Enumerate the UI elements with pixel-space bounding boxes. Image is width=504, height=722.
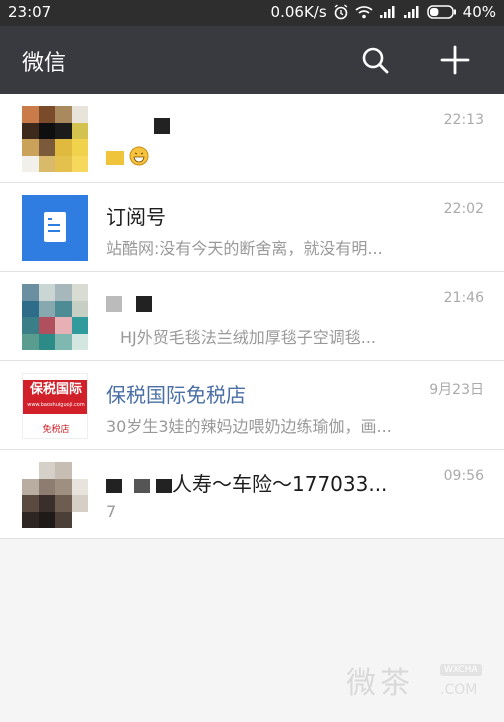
document-icon [44,212,66,242]
chat-time: 22:13 [443,112,484,128]
chat-item[interactable]: 保税国际 www.baoshuiguoji.com 免税店 保税国际免税店 30… [0,361,504,450]
chat-item[interactable]: HJ外贸毛毯法兰绒加厚毯子空调毯... 21:46 [0,272,504,361]
chat-time: 22:02 [443,201,484,217]
mosaic-avatar [22,462,88,528]
search-button[interactable] [358,43,392,77]
chat-name: 保税国际免税店 [106,383,246,407]
battery-icon [426,5,457,19]
mosaic-avatar [22,284,88,350]
chat-item[interactable]: 22:13 [0,94,504,183]
watermark: 微茶 WXCHA .COM [340,648,490,708]
search-icon [362,47,389,74]
subscription-avatar [22,195,88,261]
chat-item[interactable]: 人寿～车险～177033... 7 09:56 [0,450,504,539]
chat-name: 订阅号 [106,205,166,229]
add-button[interactable] [438,43,472,77]
chat-name: 人寿～车险～177033... [106,468,396,497]
watermark-badge: WXCHA [440,664,482,676]
chat-message: 30岁生3娃的辣妈边喂奶边练瑜伽，画... [106,417,392,436]
grin-emoji-icon [129,146,149,170]
watermark-text: 微茶 [346,666,414,701]
watermark-url: .COM [440,682,478,698]
wechat-screen: 23:07 0.06K/s 40% 微信 22:13 订阅号 站酷网:没有今天的… [0,0,504,722]
shop-avatar: 保税国际 www.baoshuiguoji.com 免税店 [22,373,88,439]
mosaic-avatar [22,106,88,172]
chat-time: 09:56 [443,468,484,484]
chat-time: 9月23日 [429,382,484,398]
title-bar: 微信 [0,26,504,94]
chat-item[interactable]: 订阅号 站酷网:没有今天的断舍离，就没有明... 22:02 [0,183,504,272]
shop-logo: 保税国际 www.baoshuiguoji.com [23,380,87,414]
signal-icon [379,5,397,19]
chat-name [106,112,396,136]
status-bar: 23:07 0.06K/s 40% [0,0,504,26]
chat-name [106,290,396,314]
status-indicators: 0.06K/s 40% [271,3,496,21]
chat-time: 21:46 [443,290,484,306]
status-time: 23:07 [8,3,52,21]
chat-message: 站酷网:没有今天的断舍离，就没有明... [106,239,383,258]
plus-icon [440,45,470,75]
signal-icon [403,5,421,19]
page-title: 微信 [22,51,67,76]
battery-percent: 40% [462,3,496,21]
wifi-icon [355,5,373,19]
chat-list: 22:13 订阅号 站酷网:没有今天的断舍离，就没有明... 22:02 HJ外… [0,94,504,539]
chat-message: 7 [106,502,117,521]
chat-message [106,146,436,170]
net-speed: 0.06K/s [270,3,327,21]
alarm-icon [333,4,349,20]
shop-logo-sub: 免税店 [42,425,70,435]
chat-message: HJ外贸毛毯法兰绒加厚毯子空调毯... [120,328,377,347]
